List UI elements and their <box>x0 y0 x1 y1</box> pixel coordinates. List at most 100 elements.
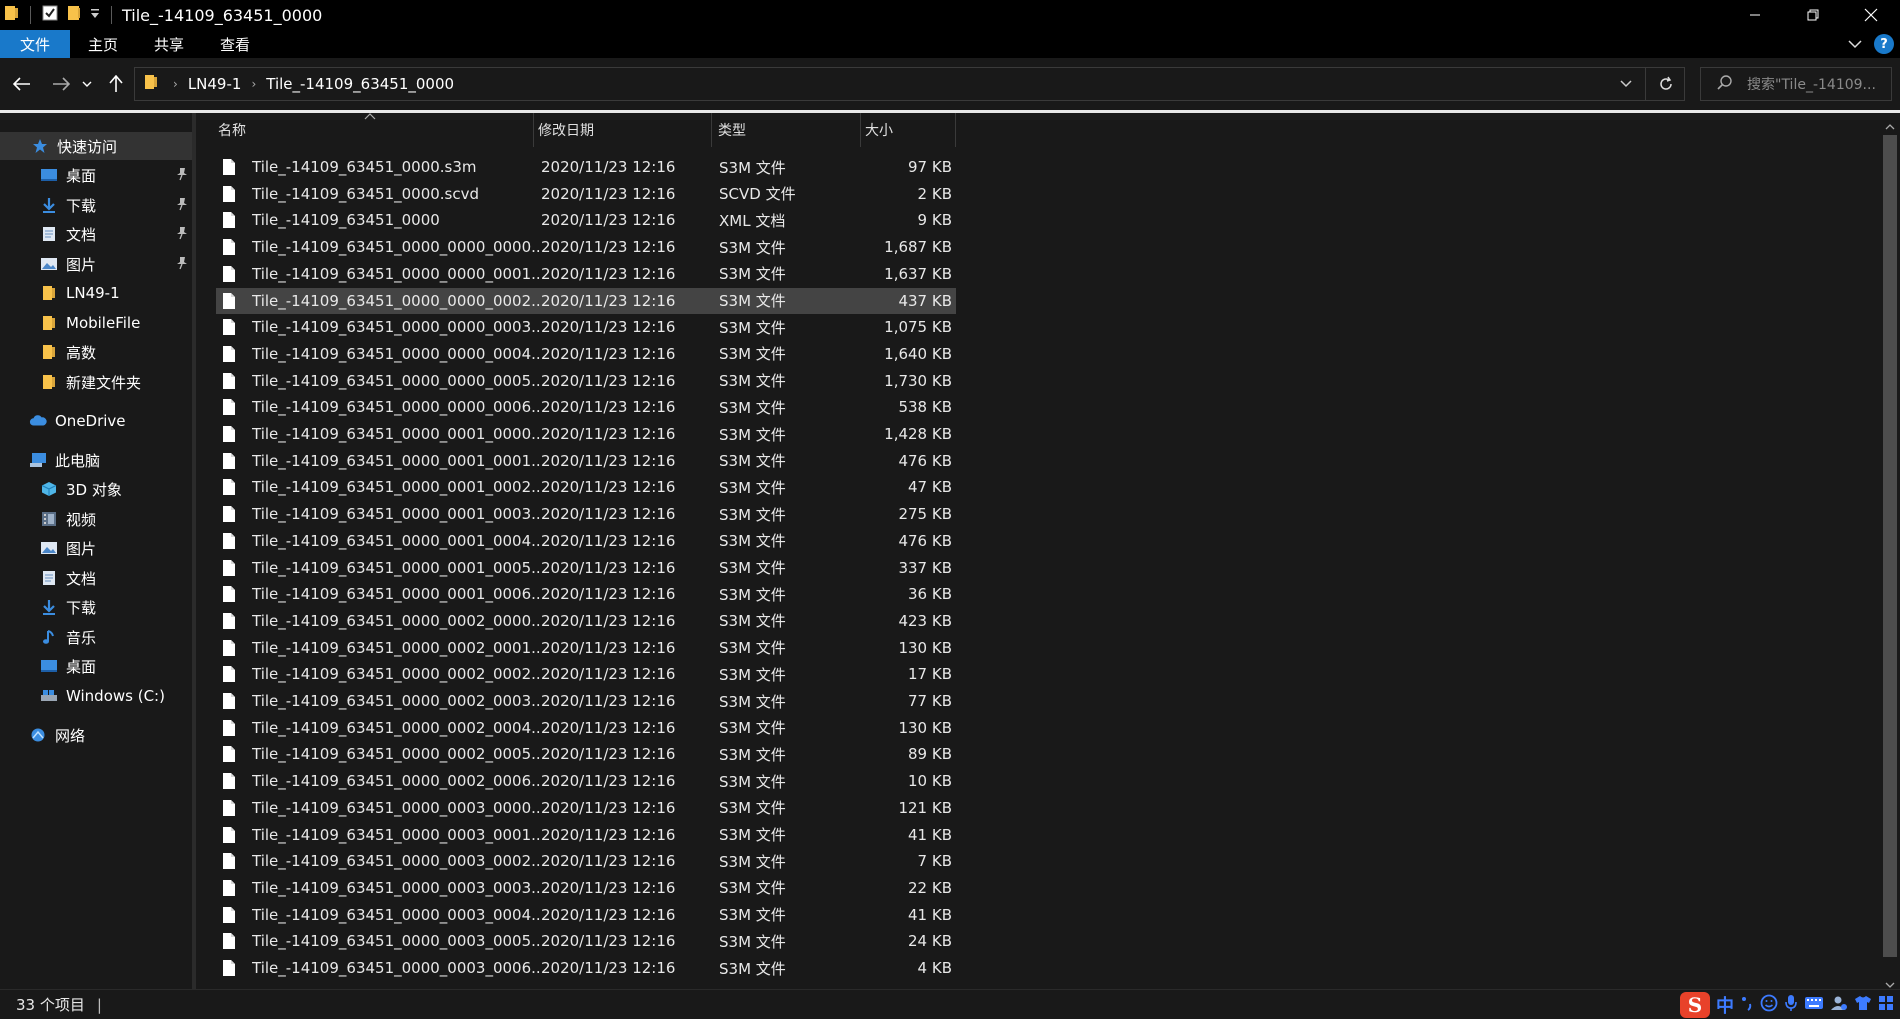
nav-pc-music[interactable]: 音乐 <box>0 623 192 651</box>
close-button[interactable] <box>1842 0 1900 30</box>
file-row[interactable]: Tile_-14109_63451_0000_0000_0004.... 2020… <box>216 341 956 367</box>
file-row[interactable]: Tile_-14109_63451_0000_0002_0004.... 2020… <box>216 715 956 741</box>
new-folder-icon[interactable] <box>65 4 83 26</box>
column-header-type[interactable]: 类型 <box>712 113 861 147</box>
emoji-icon[interactable] <box>1760 994 1778 1016</box>
nav-pc-desktop[interactable]: 桌面 <box>0 652 192 680</box>
back-button[interactable] <box>8 70 36 98</box>
file-row[interactable]: Tile_-14109_63451_0000_0003_0004.... 2020… <box>216 902 956 928</box>
file-row[interactable]: Tile_-14109_63451_0000_0003_0006.... 2020… <box>216 955 956 981</box>
nav-quick-pictures[interactable]: 图片 <box>0 250 192 278</box>
nav-pc-documents[interactable]: 文档 <box>0 564 192 592</box>
column-header-size[interactable]: 大小 <box>861 113 956 147</box>
file-row[interactable]: Tile_-14109_63451_0000_0003_0000.... 2020… <box>216 795 956 821</box>
pin-icon[interactable] <box>176 256 188 274</box>
file-modified-date: 2020/11/23 12:16 <box>541 451 676 470</box>
nav-pc-windows-c[interactable]: Windows (C:) <box>0 682 192 710</box>
file-row[interactable]: Tile_-14109_63451_0000_0003_0003.... 2020… <box>216 875 956 901</box>
nav-folder-new-folder[interactable]: 新建文件夹 <box>0 368 192 396</box>
file-row[interactable]: Tile_-14109_63451_0000_0002_0005.... 2020… <box>216 741 956 767</box>
file-row[interactable]: Tile_-14109_63451_0000_0000_0006.... 2020… <box>216 394 956 420</box>
address-bar[interactable]: › LN49-1 › Tile_-14109_63451_0000 <box>134 67 1685 101</box>
nav-folder-ln49-1[interactable]: LN49-1 <box>0 279 192 307</box>
nav-label: LN49-1 <box>66 284 120 302</box>
scrollbar-thumb[interactable] <box>1883 135 1897 957</box>
scroll-up-icon[interactable] <box>1885 117 1895 135</box>
address-history-dropdown-icon[interactable] <box>1619 75 1633 93</box>
toolbox-grid-icon[interactable] <box>1878 995 1894 1015</box>
ime-language-toggle[interactable]: 中 <box>1716 992 1734 1018</box>
file-row[interactable]: Tile_-14109_63451_0000_0000_0005.... 2020… <box>216 368 956 394</box>
file-row[interactable]: Tile_-14109_63451_0000_0002_0000.... 2020… <box>216 608 956 634</box>
nav-pc-pictures[interactable]: 图片 <box>0 534 192 562</box>
breadcrumb-chevron-icon[interactable]: › <box>173 77 178 91</box>
search-input[interactable]: 搜索"Tile_-14109... <box>1747 74 1876 94</box>
nav-pc-3d-objects[interactable]: 3D 对象 <box>0 475 192 503</box>
nav-this-pc[interactable]: 此电脑 <box>0 446 192 474</box>
file-size: 97 KB <box>908 158 952 176</box>
keyboard-icon[interactable] <box>1804 996 1824 1014</box>
customize-toolbar-dropdown-icon[interactable] <box>89 6 101 24</box>
tab-file[interactable]: 文件 <box>0 30 71 58</box>
user-icon[interactable] <box>1830 994 1848 1016</box>
up-button[interactable] <box>102 70 130 98</box>
file-row[interactable]: Tile_-14109_63451_0000_0001_0001.... 2020… <box>216 448 956 474</box>
file-row[interactable]: Tile_-14109_63451_0000_0002_0006.... 2020… <box>216 768 956 794</box>
recent-locations-button[interactable] <box>78 70 96 98</box>
file-row[interactable]: Tile_-14109_63451_0000_0001_0003.... 2020… <box>216 501 956 527</box>
tab-share[interactable]: 共享 <box>136 30 202 58</box>
breadcrumb-current-folder[interactable]: Tile_-14109_63451_0000 <box>266 75 454 93</box>
file-row[interactable]: Tile_-14109_63451_0000_0003_0001.... 2020… <box>216 822 956 848</box>
properties-icon[interactable] <box>41 4 59 26</box>
forward-button[interactable] <box>47 70 75 98</box>
file-row[interactable]: Tile_-14109_63451_0000_0001_0005.... 2020… <box>216 555 956 581</box>
pin-icon[interactable] <box>176 197 188 215</box>
pin-icon[interactable] <box>176 167 188 185</box>
file-row[interactable]: Tile_-14109_63451_0000_0000_0003.... 2020… <box>216 314 956 340</box>
file-row[interactable]: Tile_-14109_63451_0000_0001_0006.... 2020… <box>216 581 956 607</box>
file-row[interactable]: Tile_-14109_63451_0000_0000_0001.... 2020… <box>216 261 956 287</box>
sogou-ime-logo-icon[interactable]: S <box>1680 992 1710 1018</box>
tab-view[interactable]: 查看 <box>202 30 268 58</box>
nav-folder-mobilefile[interactable]: MobileFile <box>0 309 192 337</box>
breadcrumb-chevron-icon[interactable]: › <box>251 77 256 91</box>
pin-icon[interactable] <box>176 226 188 244</box>
restore-button[interactable] <box>1784 0 1842 30</box>
file-row[interactable]: Tile_-14109_63451_0000_0003_0005.... 2020… <box>216 928 956 954</box>
file-row[interactable]: Tile_-14109_63451_0000_0003_0002.... 2020… <box>216 848 956 874</box>
expand-ribbon-icon[interactable] <box>1848 35 1862 53</box>
file-row[interactable]: Tile_-14109_63451_0000_0002_0002.... 2020… <box>216 661 956 687</box>
skin-icon[interactable] <box>1854 995 1872 1015</box>
file-row[interactable]: Tile_-14109_63451_0000_0000_0000.... 2020… <box>216 234 956 260</box>
nav-quick-documents[interactable]: 文档 <box>0 220 192 248</box>
nav-folder-gaoshu[interactable]: 高数 <box>0 338 192 366</box>
nav-network[interactable]: 网络 <box>0 721 192 749</box>
file-row[interactable]: Tile_-14109_63451_0000.s3m 2020/11/23 12:… <box>216 154 956 180</box>
punctuation-icon[interactable] <box>1740 995 1754 1015</box>
help-icon[interactable]: ? <box>1874 34 1894 54</box>
nav-onedrive[interactable]: OneDrive <box>0 407 192 435</box>
file-row[interactable]: Tile_-14109_63451_0000_0002_0001.... 2020… <box>216 635 956 661</box>
microphone-icon[interactable] <box>1784 994 1798 1016</box>
file-row[interactable]: Tile_-14109_63451_0000_0001_0000.... 2020… <box>216 421 956 447</box>
nav-quick-access[interactable]: 快速访问 <box>0 132 192 160</box>
file-row[interactable]: Tile_-14109_63451_0000_0000_0002.... 2020… <box>216 287 956 314</box>
nav-pc-video[interactable]: 视频 <box>0 505 192 533</box>
status-bar: 33 个项目 | S 中 <box>0 989 1900 1019</box>
tab-home[interactable]: 主页 <box>70 30 136 58</box>
nav-quick-desktop[interactable]: 桌面 <box>0 161 192 189</box>
file-row[interactable]: Tile_-14109_63451_0000 2020/11/23 12:16 XM… <box>216 207 956 233</box>
file-list-scrollbar[interactable] <box>1880 113 1900 989</box>
column-header-date[interactable]: 修改日期 <box>534 113 712 147</box>
refresh-button[interactable] <box>1645 68 1680 100</box>
breadcrumb-ln49-1[interactable]: LN49-1 <box>188 75 242 93</box>
file-row[interactable]: Tile_-14109_63451_0000_0001_0004.... 2020… <box>216 528 956 554</box>
nav-quick-downloads[interactable]: 下载 <box>0 191 192 219</box>
file-row[interactable]: Tile_-14109_63451_0000_0002_0003.... 2020… <box>216 688 956 714</box>
file-row[interactable]: Tile_-14109_63451_0000_0001_0002.... 2020… <box>216 474 956 500</box>
file-row[interactable]: Tile_-14109_63451_0000.scvd 2020/11/23 12… <box>216 181 956 207</box>
minimize-button[interactable] <box>1726 0 1784 30</box>
search-box[interactable]: 搜索"Tile_-14109... <box>1700 67 1892 101</box>
nav-pc-downloads[interactable]: 下载 <box>0 593 192 621</box>
file-name: Tile_-14109_63451_0000_0002_0005.... <box>252 745 542 764</box>
